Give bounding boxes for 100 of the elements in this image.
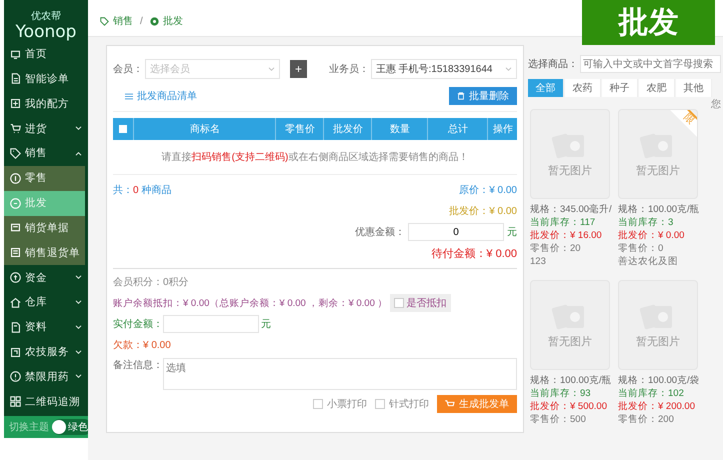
plus-box-icon	[10, 98, 21, 110]
qr-code-icon	[10, 396, 21, 408]
retail-price: 零售价：0	[618, 242, 664, 255]
logo: Yoonop	[16, 22, 76, 42]
tag-icon	[10, 148, 21, 159]
list-icon	[125, 92, 133, 100]
amount-due: 待付金额：¥ 0.00	[431, 246, 517, 260]
trash-icon	[457, 92, 465, 100]
caret-down-icon	[75, 350, 82, 355]
logo-subtitle: 优农帮	[31, 12, 61, 22]
retail-price: 零售价：20	[530, 242, 582, 255]
paid-label: 实付金额：	[113, 318, 163, 331]
caret-down-icon	[504, 66, 512, 72]
theme-label: 切换主题	[9, 420, 49, 434]
cart-icon	[445, 400, 455, 408]
print-checkbox[interactable]: 针式打印	[375, 397, 429, 411]
spec-text: 规格：345.00毫升/	[530, 203, 610, 216]
spec-text: 规格：100.00克/袋	[618, 374, 698, 387]
balance-deduction: 账户余额抵扣：¥ 0.00（总账户余额：¥ 0.00 ，剩余：¥ 0.00 ）	[113, 296, 388, 310]
spec-text: 规格：100.00克/瓶	[530, 374, 610, 387]
caret-down-icon	[268, 66, 276, 72]
note-field[interactable]: 选填	[163, 358, 517, 390]
document-icon	[10, 73, 21, 84]
no-image-text: 暂无图片	[548, 164, 592, 178]
staff-select[interactable]: 王惠 手机号:15183391644	[370, 59, 517, 79]
discount-label: 优惠金额：	[355, 226, 405, 239]
menu-item[interactable]: 仓库	[4, 290, 88, 315]
breadcrumb-link[interactable]: 销售	[113, 14, 133, 28]
menu-item[interactable]: 进货	[4, 116, 88, 142]
wholesale-price: 批发价：¥ 16.00	[530, 229, 603, 242]
hint-text: 您	[711, 98, 721, 109]
tag-icon	[100, 16, 109, 26]
search-field[interactable]: 可输入中文或中文首字母搜索	[580, 55, 721, 73]
deduct-checkbox[interactable]: 是否抵扣	[390, 294, 451, 312]
menu-item[interactable]: 二维码追溯	[4, 389, 88, 414]
discount-field[interactable]: 0	[408, 223, 504, 241]
alert-icon	[10, 371, 21, 382]
unit-label: 元	[507, 226, 517, 239]
select-all-checkbox[interactable]	[119, 125, 127, 133]
circle-icon	[150, 16, 159, 26]
list-title: 批发商品清单	[137, 90, 197, 103]
caret-down-icon	[75, 300, 82, 305]
menu-item[interactable]: 销售	[4, 141, 88, 166]
category-tab[interactable]: 农药	[565, 79, 601, 97]
stock-text: 当前库存：93	[530, 387, 592, 400]
submenu-item[interactable]: 销货单据	[4, 216, 85, 240]
box-icon	[10, 346, 21, 358]
print-checkbox[interactable]: 小票打印	[313, 397, 367, 411]
original-price: 原价：¥ 0.00	[459, 184, 517, 197]
empty-message: 请直接扫码销售(支持二维码)或在右侧商品区域选择需要销售的商品！	[113, 140, 517, 175]
document-icon	[10, 322, 21, 333]
caret-down-icon	[75, 275, 82, 280]
member-label: 会员：	[113, 63, 143, 76]
stock-text: 当前库存：3	[618, 216, 674, 229]
submenu-item[interactable]: 零售	[4, 166, 85, 191]
menu-item[interactable]: 智能诊单	[4, 66, 88, 92]
unit-label: 元	[261, 318, 271, 331]
no-image-text: 暂无图片	[548, 336, 592, 348]
breadcrumb-separator: /	[140, 16, 143, 26]
menu-item[interactable]: 农技服务	[4, 340, 88, 364]
caret-up-icon	[75, 150, 82, 156]
wholesale-price: 批发价：¥ 0.00	[449, 204, 517, 218]
category-tab[interactable]: 种子	[602, 79, 638, 97]
menu-item[interactable]: 资料	[4, 314, 88, 340]
product-note: 123	[530, 255, 547, 268]
add-member-button[interactable]: +	[290, 60, 307, 78]
menu-item[interactable]: 首页	[4, 42, 88, 67]
house-icon	[10, 296, 21, 308]
paid-amount-field[interactable]	[163, 315, 259, 333]
submenu-item[interactable]: 销售退货单	[4, 240, 85, 266]
caret-down-icon	[75, 324, 82, 330]
no-image-text: 暂无图片	[636, 164, 680, 178]
batch-delete-button[interactable]: 批量删除	[449, 87, 517, 105]
stock-text: 当前库存：102	[618, 387, 685, 400]
caret-down-icon	[75, 126, 82, 132]
search-label: 选择商品：	[528, 58, 578, 71]
category-tab[interactable]: 其他	[676, 79, 712, 97]
no-image-text: 暂无图片	[636, 336, 680, 348]
menu-item[interactable]: 禁限用药	[4, 364, 88, 390]
note-label: 备注信息：	[113, 358, 163, 372]
debt-amount: 欠款：¥ 0.00	[113, 339, 171, 352]
caret-down-icon	[75, 374, 82, 380]
card-icon	[10, 222, 21, 234]
retail-price: 零售价：500	[530, 413, 587, 426]
member-points: 会员积分：0积分	[113, 276, 189, 289]
category-tab[interactable]: 农肥	[639, 79, 675, 97]
retail-price: 零售价：200	[618, 413, 675, 426]
stock-text: 当前库存：117	[530, 216, 596, 229]
staff-label: 业务员：	[328, 62, 369, 76]
page-title-badge: 批发	[582, 0, 715, 45]
spec-text: 规格：100.00克/瓶	[618, 203, 698, 216]
cart-icon	[10, 123, 21, 134]
wholesale-price: 批发价：¥ 500.00	[530, 400, 608, 413]
wholesale-price: 批发价：¥ 0.00	[618, 229, 686, 242]
monitor-icon	[10, 48, 21, 60]
menu-item[interactable]: 我的配方	[4, 91, 88, 116]
list-icon	[10, 247, 21, 258]
breadcrumb-current: 批发	[162, 14, 183, 28]
menu-item[interactable]: 资金	[4, 265, 88, 290]
product-note: 善达农化及图	[618, 255, 679, 268]
